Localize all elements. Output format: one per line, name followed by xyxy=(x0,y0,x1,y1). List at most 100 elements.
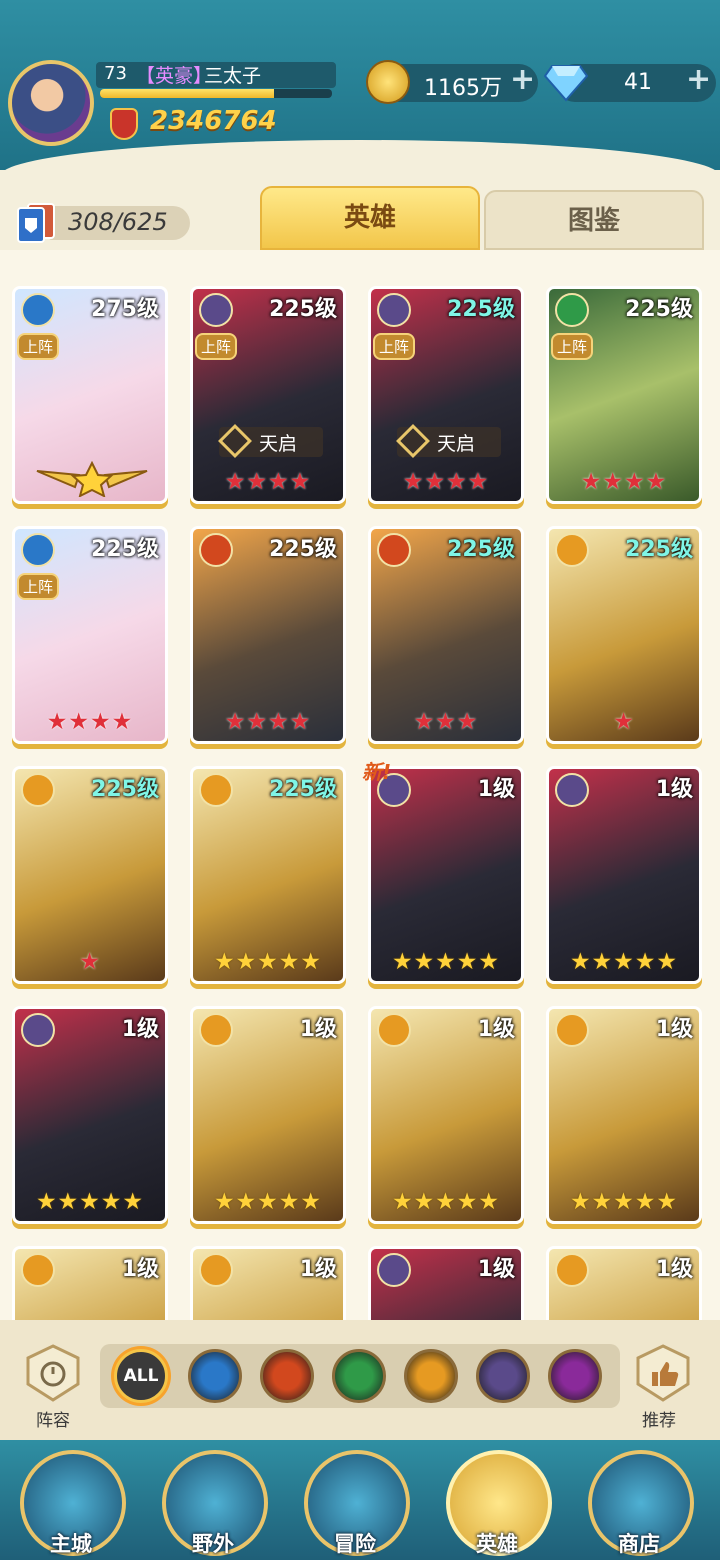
on-team-badge: 上阵 xyxy=(551,333,594,360)
hero-level: 1级 xyxy=(655,1017,693,1042)
hero-card[interactable]: 1级 xyxy=(368,1246,524,1320)
hero-card[interactable]: 1级 xyxy=(190,1246,346,1320)
fire-element-icon xyxy=(377,533,411,567)
hero-card[interactable]: 225级上阵 ★★★★ xyxy=(12,526,168,744)
hero-card[interactable]: 1级 ★★★★★ xyxy=(368,766,524,984)
light-element-icon xyxy=(555,1253,589,1287)
hero-card[interactable]: 225级上阵 ★★★★ xyxy=(546,286,702,504)
filter-water-icon[interactable] xyxy=(188,1349,242,1403)
filter-all-button[interactable]: ALL xyxy=(114,1349,168,1403)
light-element-icon xyxy=(555,1013,589,1047)
xp-fill xyxy=(100,89,274,98)
awakening-badge: 天启 xyxy=(218,424,323,458)
lineup-button[interactable] xyxy=(22,1342,84,1404)
filter-fire-icon[interactable] xyxy=(260,1349,314,1403)
star-rating: ★★★ xyxy=(413,709,479,735)
on-team-badge: 上阵 xyxy=(195,333,238,360)
water-element-icon xyxy=(21,533,55,567)
star-rating: ★★★★ xyxy=(402,469,490,495)
lineup-label: 阵容 xyxy=(36,1411,70,1431)
hero-card[interactable]: 1级 ★★★★★ xyxy=(368,1006,524,1224)
recommend-label: 推荐 xyxy=(642,1411,676,1431)
hero-card[interactable]: 1级 ★★★★★ xyxy=(12,1006,168,1224)
hero-level: 225级 xyxy=(625,297,693,322)
hero-cards-icon xyxy=(17,203,55,243)
hero-level: 225级 xyxy=(91,537,159,562)
light-element-icon xyxy=(21,773,55,807)
hero-card[interactable]: 1级 ★★★★★ xyxy=(546,766,702,984)
hero-card[interactable]: 1级 xyxy=(546,1246,702,1320)
hero-level: 225级 xyxy=(625,537,693,562)
gold-coin-icon xyxy=(366,60,410,104)
nature-element-icon xyxy=(555,293,589,327)
hero-grid: 275级 上阵 225级 上阵 天启 ★★★★ 225级 上阵 天启 ★★★★ 225级 上阵 ★★★★… xyxy=(0,250,720,1320)
winged-star-emblem xyxy=(36,461,148,497)
gem-amount: 41 xyxy=(624,70,652,95)
filter-arcane-icon[interactable] xyxy=(548,1349,602,1403)
star-rating: ★ xyxy=(79,949,101,975)
light-element-icon xyxy=(555,533,589,567)
hero-card[interactable]: 225级 ★ xyxy=(12,766,168,984)
combat-power: 2346764 xyxy=(150,106,277,136)
fire-element-icon xyxy=(199,533,233,567)
hero-collection-count: 308/625 xyxy=(68,208,168,236)
hero-level: 225级 xyxy=(269,297,337,322)
on-team-badge: 上阵 xyxy=(17,333,60,360)
tab-codex[interactable]: 图鉴 xyxy=(484,190,704,250)
hero-level: 1级 xyxy=(477,1017,515,1042)
awakening-badge: 天启 xyxy=(396,424,501,458)
hero-card[interactable]: 1级 ★★★★★ xyxy=(190,1006,346,1224)
hero-card[interactable]: 225级 ★★★★ xyxy=(190,526,346,744)
star-rating: ★★★★ xyxy=(224,469,312,495)
dark-element-icon xyxy=(199,293,233,327)
star-rating: ★★★★ xyxy=(46,709,134,735)
dark-element-icon xyxy=(21,1013,55,1047)
gold-amount: 1165万 xyxy=(424,76,502,101)
hero-card[interactable]: 225级 上阵 天启 ★★★★ xyxy=(368,286,524,504)
player-avatar[interactable] xyxy=(8,60,94,146)
hero-card[interactable]: 1级 xyxy=(12,1246,168,1320)
new-badge: 新! xyxy=(362,760,392,784)
hero-level: 1级 xyxy=(299,1017,337,1042)
hero-level: 225级 xyxy=(269,777,337,802)
add-gems-button[interactable]: + xyxy=(686,62,711,97)
hero-level: 1级 xyxy=(655,1257,693,1282)
star-rating: ★★★★ xyxy=(580,469,668,495)
star-rating: ★★★★★ xyxy=(213,1189,323,1215)
dark-element-icon xyxy=(555,773,589,807)
nav-label: 野外 xyxy=(192,1532,234,1556)
hero-level: 225级 xyxy=(447,537,515,562)
hero-card[interactable]: 225级 ★★★ xyxy=(368,526,524,744)
hero-level: 1级 xyxy=(121,1257,159,1282)
filter-light-icon[interactable] xyxy=(404,1349,458,1403)
awakening-label: 天启 xyxy=(437,433,476,455)
awakening-label: 天启 xyxy=(259,433,298,455)
hero-level: 1级 xyxy=(477,777,515,802)
nav-label: 主城 xyxy=(50,1532,92,1556)
tab-heroes[interactable]: 英雄 xyxy=(260,186,480,250)
player-level: 73 xyxy=(104,63,127,84)
power-shield-icon xyxy=(110,108,138,140)
add-gold-button[interactable]: + xyxy=(510,62,535,97)
hero-card[interactable]: 225级上阵天启 ★★★★ xyxy=(190,286,346,504)
star-rating: ★★★★★ xyxy=(35,1189,145,1215)
on-team-badge: 上阵 xyxy=(17,573,60,600)
nav-label: 冒险 xyxy=(334,1532,376,1556)
recommend-button[interactable] xyxy=(632,1342,694,1404)
star-rating: ★★★★★ xyxy=(391,1189,501,1215)
hero-level: 1级 xyxy=(299,1257,337,1282)
awakening-icon xyxy=(396,424,430,458)
hero-card[interactable]: 225级 ★ xyxy=(546,526,702,744)
hero-card[interactable]: 275级 上阵 xyxy=(12,286,168,504)
hero-card[interactable]: 225级 ★★★★★ xyxy=(190,766,346,984)
filter-nature-icon[interactable] xyxy=(332,1349,386,1403)
light-element-icon xyxy=(199,773,233,807)
hero-level: 225级 xyxy=(269,537,337,562)
hero-level: 1级 xyxy=(477,1257,515,1282)
hero-card[interactable]: 1级 ★★★★★ xyxy=(546,1006,702,1224)
light-element-icon xyxy=(21,1253,55,1287)
water-element-icon xyxy=(21,293,55,327)
on-team-badge: 上阵 xyxy=(373,333,416,360)
xp-bar xyxy=(100,89,332,98)
filter-dark-icon[interactable] xyxy=(476,1349,530,1403)
